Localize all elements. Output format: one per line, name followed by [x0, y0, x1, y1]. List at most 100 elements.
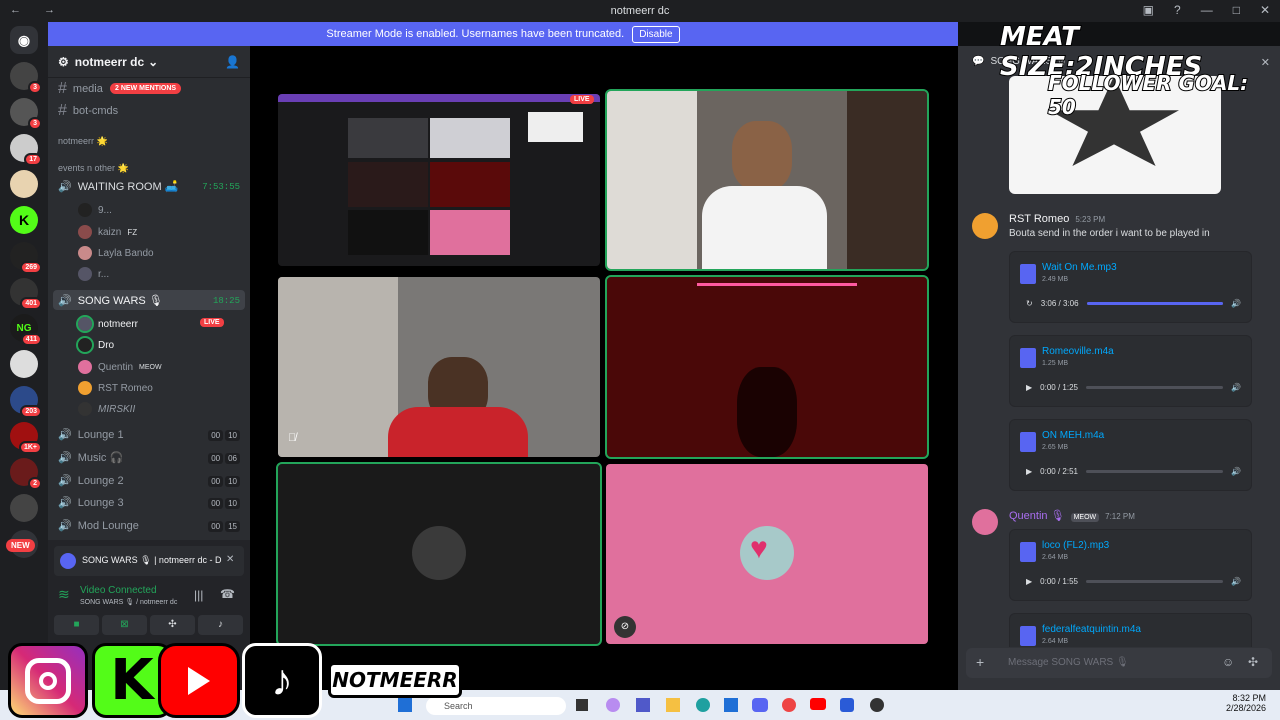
- file-name[interactable]: loco (FL2).mp3: [1042, 540, 1109, 551]
- disable-button[interactable]: Disable: [632, 25, 680, 43]
- avatar[interactable]: [972, 509, 998, 535]
- disconnect-icon[interactable]: ☎: [220, 587, 235, 601]
- server-icon[interactable]: 17: [10, 134, 42, 166]
- voice-waiting-room[interactable]: 🔊 WAITING ROOM 🛋️: [58, 180, 178, 193]
- server-icon[interactable]: 3: [10, 62, 42, 94]
- taskview-icon[interactable]: [576, 699, 588, 711]
- activities-button[interactable]: ✣: [150, 615, 195, 635]
- seek-bar[interactable]: [1085, 469, 1224, 473]
- video-tile-avatar[interactable]: ♥ ⊘: [606, 464, 928, 644]
- youtube-taskbar-icon[interactable]: [810, 698, 826, 710]
- connection-status[interactable]: Video Connected: [80, 585, 157, 596]
- copilot-icon[interactable]: [606, 698, 620, 712]
- message-composer[interactable]: + Message SONG WARS 🎙 ☺ ✣: [966, 648, 1272, 678]
- author-name[interactable]: Quentin 🎙: [1009, 509, 1065, 522]
- volume-icon[interactable]: 🔊: [1231, 383, 1241, 392]
- audio-attachment[interactable]: ON MEH.m4a 2.65 MB ▶ 0:00 / 2:51 🔊: [1009, 419, 1252, 491]
- inbox-icon[interactable]: ▣: [1143, 3, 1154, 17]
- kick-server-icon[interactable]: K: [10, 206, 38, 234]
- file-name[interactable]: federalfeatquintin.m4a: [1042, 624, 1141, 635]
- server-icon[interactable]: 2: [10, 458, 42, 490]
- help-icon[interactable]: ?: [1174, 3, 1181, 17]
- voice-member[interactable]: Quentin MEOW: [78, 360, 162, 374]
- message-input[interactable]: Message SONG WARS 🎙: [1008, 657, 1129, 668]
- apps-icon[interactable]: ✣: [1248, 655, 1258, 669]
- play-icon[interactable]: ▶: [1026, 577, 1032, 586]
- server-icon[interactable]: 3: [10, 98, 42, 130]
- edge-icon[interactable]: [696, 698, 710, 712]
- audio-attachment[interactable]: Wait On Me.mp3 2.49 MB ↻ 3:06 / 3:06 🔊: [1009, 251, 1252, 323]
- discord-taskbar-icon[interactable]: [752, 698, 768, 712]
- voice-lounge-3[interactable]: 🔊 Lounge 3: [58, 496, 124, 510]
- server-icon[interactable]: [10, 350, 38, 378]
- obs-icon[interactable]: [870, 698, 884, 712]
- close-popout-icon[interactable]: ✕: [226, 554, 234, 565]
- server-icon[interactable]: [10, 494, 38, 522]
- add-attachment-icon[interactable]: +: [976, 654, 984, 670]
- server-icon[interactable]: 1K+: [10, 422, 42, 454]
- voice-member[interactable]: Dro: [76, 336, 114, 354]
- file-name[interactable]: ON MEH.m4a: [1042, 430, 1104, 441]
- server-icon[interactable]: 269: [10, 242, 42, 274]
- video-tile-avatar[interactable]: [276, 462, 602, 646]
- search-box[interactable]: Search: [426, 697, 566, 715]
- home-discord-icon[interactable]: ◉: [10, 26, 38, 54]
- category-events[interactable]: events n other 🌟: [58, 163, 129, 174]
- teams-icon[interactable]: [636, 698, 650, 712]
- screenshare-button[interactable]: ⊠: [102, 615, 147, 635]
- mentions-pill[interactable]: 2 NEW MENTIONS: [110, 83, 182, 94]
- close-button[interactable]: ✕: [1260, 3, 1270, 17]
- play-icon[interactable]: ▶: [1026, 467, 1032, 476]
- video-tile-notmeerr[interactable]: [605, 89, 929, 271]
- voice-member[interactable]: RST Romeo: [78, 381, 153, 395]
- voice-lounge-2[interactable]: 🔊 Lounge 2: [58, 474, 124, 488]
- screenshare-tile[interactable]: LIVE: [278, 94, 600, 266]
- volume-icon[interactable]: 🔊: [1231, 577, 1241, 586]
- replay-icon[interactable]: ↻: [1026, 299, 1033, 308]
- video-tile[interactable]: 🎙̸: [278, 277, 600, 457]
- server-header[interactable]: ⚙ notmeerr dc ⌄ 👤: [48, 46, 250, 78]
- video-tile[interactable]: [605, 275, 929, 459]
- voice-mod-lounge[interactable]: 🔊 Mod Lounge: [58, 519, 139, 533]
- server-icon[interactable]: NG 411: [10, 314, 42, 346]
- clock[interactable]: 8:32 PM 2/28/2026: [1226, 693, 1266, 713]
- voice-music[interactable]: 🔊 Music 🎧: [58, 451, 123, 464]
- minimize-button[interactable]: —: [1201, 3, 1213, 17]
- audio-attachment[interactable]: Romeoville.m4a 1.25 MB ▶ 0:00 / 1:25 🔊: [1009, 335, 1252, 407]
- explorer-icon[interactable]: [666, 698, 680, 712]
- file-name[interactable]: Wait On Me.mp3: [1042, 262, 1117, 273]
- soundboard-button[interactable]: ♪: [198, 615, 243, 635]
- volume-icon[interactable]: 🔊: [1231, 299, 1241, 308]
- voice-song-wars[interactable]: 🔊 SONG WARS 🎙: [58, 294, 163, 307]
- audio-attachment[interactable]: federalfeatquintin.m4a 2.64 MB: [1009, 613, 1252, 647]
- voice-member[interactable]: MIRSKII: [78, 402, 135, 416]
- store-icon[interactable]: [724, 698, 738, 712]
- file-name[interactable]: Romeoville.m4a: [1042, 346, 1114, 357]
- app-icon[interactable]: [840, 698, 854, 712]
- seek-bar[interactable]: [1085, 385, 1224, 389]
- audio-attachment[interactable]: loco (FL2).mp3 2.64 MB ▶ 0:00 / 1:55 🔊: [1009, 529, 1252, 601]
- add-user-icon[interactable]: 👤: [225, 55, 240, 69]
- chrome-icon[interactable]: [782, 698, 796, 712]
- new-badge[interactable]: NEW: [6, 539, 35, 552]
- server-icon[interactable]: [10, 170, 38, 198]
- seek-bar[interactable]: [1085, 579, 1224, 583]
- voice-member[interactable]: 9...: [78, 203, 112, 217]
- noise-icon[interactable]: |||: [194, 588, 203, 602]
- channel-media[interactable]: # media: [58, 80, 103, 98]
- volume-icon[interactable]: 🔊: [1231, 467, 1241, 476]
- camera-button[interactable]: ■: [54, 615, 99, 635]
- voice-member[interactable]: notmeerr: [76, 315, 138, 333]
- voice-member[interactable]: r...: [78, 267, 109, 281]
- voice-lounge-1[interactable]: 🔊 Lounge 1: [58, 428, 124, 442]
- voice-member[interactable]: kaizn FZ: [78, 225, 137, 239]
- emoji-icon[interactable]: ☺: [1222, 655, 1234, 669]
- start-icon[interactable]: [398, 698, 412, 712]
- avatar[interactable]: [972, 213, 998, 239]
- seek-bar[interactable]: [1086, 301, 1224, 305]
- category-notmeerr[interactable]: notmeerr 🌟: [58, 136, 108, 147]
- play-icon[interactable]: ▶: [1026, 383, 1032, 392]
- maximize-button[interactable]: □: [1233, 3, 1240, 17]
- author-name[interactable]: RST Romeo: [1009, 213, 1069, 225]
- popout-window[interactable]: SONG WARS 🎙 | notmeerr dc - Dis... ✕: [54, 546, 244, 576]
